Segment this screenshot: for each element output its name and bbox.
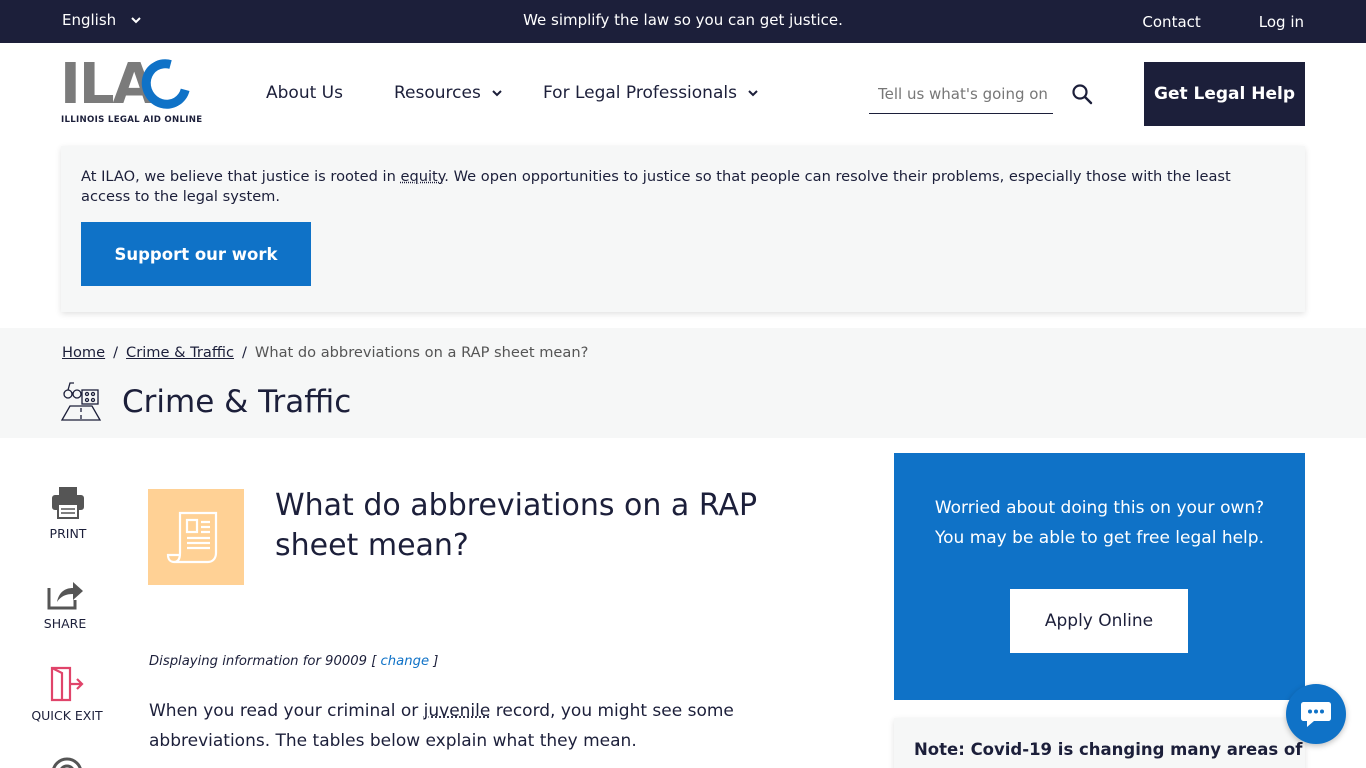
chat-button[interactable] bbox=[1286, 684, 1346, 744]
apply-line-1: Worried about doing this on your own? bbox=[894, 493, 1305, 523]
share-tool[interactable]: SHARE bbox=[40, 578, 90, 631]
nav-resources[interactable]: Resources bbox=[394, 83, 503, 103]
breadcrumb-current: What do abbreviations on a RAP sheet mea… bbox=[255, 344, 588, 361]
nav-about-us[interactable]: About Us bbox=[266, 83, 343, 103]
nav-professionals-label: For Legal Professionals bbox=[543, 83, 737, 103]
apply-message: Worried about doing this on your own? Yo… bbox=[894, 493, 1305, 553]
search-field bbox=[869, 77, 1053, 114]
quick-exit-label: QUICK EXIT bbox=[31, 708, 102, 723]
printer-icon bbox=[50, 486, 86, 520]
nav-resources-label: Resources bbox=[394, 83, 481, 103]
intro-start: When you read your criminal or bbox=[149, 701, 424, 721]
chevron-down-icon bbox=[491, 87, 503, 99]
breadcrumb-separator: / bbox=[113, 344, 118, 361]
get-legal-help-button[interactable]: Get Legal Help bbox=[1144, 62, 1305, 126]
article-title: What do abbreviations on a RAP sheet mea… bbox=[275, 486, 835, 566]
search-icon[interactable] bbox=[1071, 83, 1093, 105]
share-label: SHARE bbox=[44, 616, 86, 631]
accessibility-icon[interactable] bbox=[50, 756, 84, 768]
quick-exit-tool[interactable]: QUICK EXIT bbox=[30, 666, 104, 723]
breadcrumb-separator: / bbox=[242, 344, 247, 361]
equity-statement: At ILAO, we believe that justice is root… bbox=[81, 167, 1271, 207]
equity-banner: At ILAO, we believe that justice is root… bbox=[61, 146, 1305, 312]
chevron-down-icon bbox=[747, 87, 759, 99]
article-type-icon bbox=[148, 489, 244, 585]
print-tool[interactable]: PRINT bbox=[44, 486, 92, 541]
covid-note: Note: Covid-19 is changing many areas of bbox=[914, 740, 1302, 759]
crime-traffic-icon bbox=[60, 380, 102, 422]
nav-about-label: About Us bbox=[266, 83, 343, 103]
category-title: Crime & Traffic bbox=[122, 384, 351, 420]
location-notice: Displaying information for 90009 [ chang… bbox=[149, 654, 438, 669]
apply-line-2: You may be able to get free legal help. bbox=[894, 523, 1305, 553]
site-header: ILA ILLINOIS LEGAL AID ONLINE About Us R… bbox=[0, 43, 1366, 143]
nav-legal-professionals[interactable]: For Legal Professionals bbox=[543, 83, 759, 103]
document-icon bbox=[166, 507, 226, 567]
exit-door-icon bbox=[48, 666, 86, 702]
login-link[interactable]: Log in bbox=[1259, 13, 1304, 31]
apply-online-button[interactable]: Apply Online bbox=[1010, 589, 1188, 653]
apply-online-panel: Worried about doing this on your own? Yo… bbox=[894, 453, 1305, 700]
logo-subtitle: ILLINOIS LEGAL AID ONLINE bbox=[61, 115, 202, 125]
ilao-logo[interactable]: ILA ILLINOIS LEGAL AID ONLINE bbox=[60, 57, 192, 129]
category-band: Home / Crime & Traffic / What do abbrevi… bbox=[0, 328, 1366, 438]
breadcrumb-home[interactable]: Home bbox=[62, 344, 105, 361]
chat-bubble-icon bbox=[1300, 700, 1332, 728]
top-bar: English We simplify the law so you can g… bbox=[0, 0, 1366, 43]
print-label: PRINT bbox=[50, 526, 87, 541]
zip-prefix: Displaying information for 90009 [ bbox=[149, 654, 381, 669]
zip-suffix: ] bbox=[429, 654, 438, 669]
search-input[interactable] bbox=[869, 77, 1053, 111]
equity-text-start: At ILAO, we believe that justice is root… bbox=[81, 168, 400, 185]
breadcrumb: Home / Crime & Traffic / What do abbrevi… bbox=[62, 344, 588, 361]
breadcrumb-category[interactable]: Crime & Traffic bbox=[126, 344, 234, 361]
support-our-work-button[interactable]: Support our work bbox=[81, 222, 311, 286]
juvenile-glossary-link[interactable]: juvenile bbox=[424, 701, 491, 721]
contact-link[interactable]: Contact bbox=[1142, 13, 1200, 31]
covid-note-panel: Note: Covid-19 is changing many areas of bbox=[894, 718, 1305, 768]
change-location-link[interactable]: change bbox=[381, 654, 430, 669]
logo-letters: ILA bbox=[60, 57, 154, 113]
share-icon bbox=[45, 578, 85, 610]
equity-glossary-link[interactable]: equity bbox=[400, 168, 444, 185]
article-intro: When you read your criminal or juvenile … bbox=[149, 696, 789, 756]
